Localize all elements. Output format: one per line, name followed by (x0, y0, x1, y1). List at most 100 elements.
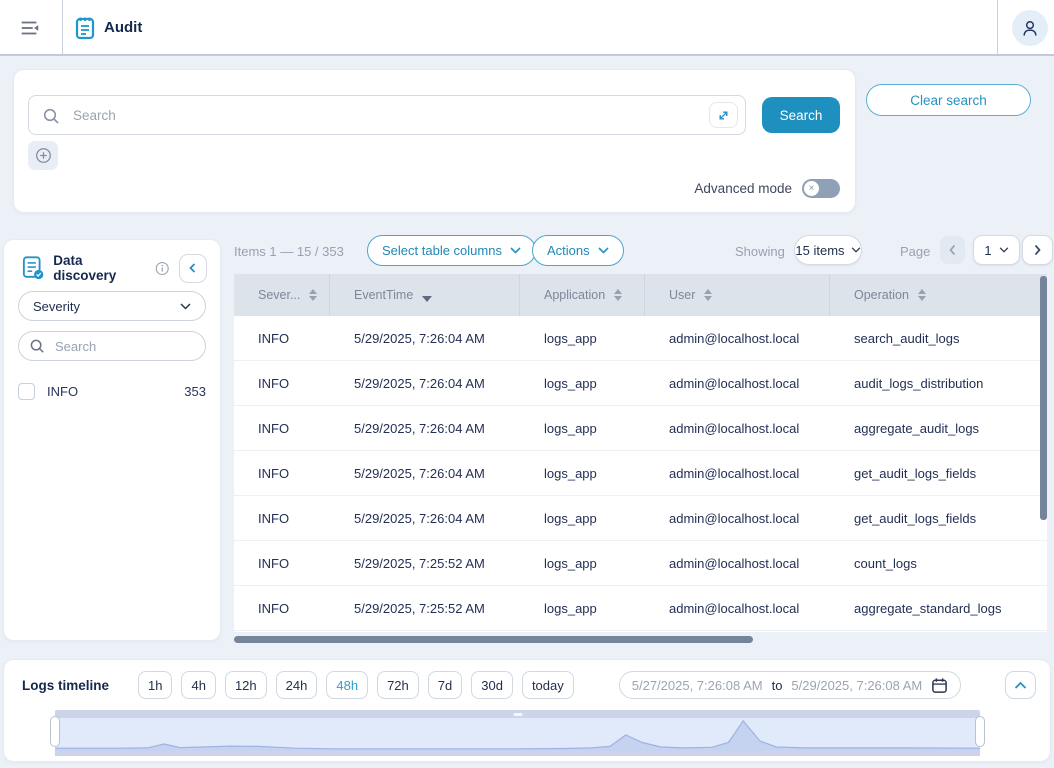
user-avatar[interactable] (1012, 10, 1048, 46)
chevron-down-icon (510, 247, 521, 254)
column-header-sever[interactable]: Sever... (234, 274, 330, 316)
facet-count: 353 (184, 384, 206, 399)
table-cell: admin@localhost.local (645, 496, 830, 540)
select-table-columns-label: Select table columns (382, 243, 502, 258)
table-cell: aggregate_standard_logs (830, 586, 1047, 630)
range-button-1h[interactable]: 1h (138, 671, 172, 699)
table-header-row: Sever... EventTimeApplication User Operatio… (234, 274, 1047, 316)
sidebar-toggle-button[interactable] (13, 13, 47, 43)
range-buttons: 1h 4h 12h 24h 48h 72h 7d 30d today (138, 671, 583, 699)
calendar-icon (931, 677, 948, 694)
brush-track-grip (513, 713, 522, 716)
search-button[interactable]: Search (762, 97, 840, 133)
range-button-48h[interactable]: 48h (326, 671, 368, 699)
table-row[interactable]: INFO5/29/2025, 7:25:52 AMlogs_appadmin@l… (234, 586, 1047, 631)
range-button-24h[interactable]: 24h (276, 671, 318, 699)
table-cell: logs_app (520, 496, 645, 540)
advanced-mode-row: Advanced mode × (694, 179, 840, 198)
range-button-today[interactable]: today (522, 671, 574, 699)
table-cell: admin@localhost.local (645, 316, 830, 360)
range-button-4h[interactable]: 4h (181, 671, 215, 699)
table-body: INFO5/29/2025, 7:26:04 AMlogs_appadmin@l… (234, 316, 1047, 631)
table-cell: logs_app (520, 406, 645, 450)
vertical-scrollbar[interactable] (1040, 276, 1047, 520)
data-discovery-title: Data discovery (53, 253, 146, 283)
table-row[interactable]: INFO5/29/2025, 7:26:04 AMlogs_appadmin@l… (234, 406, 1047, 451)
page-label: Page (900, 244, 930, 259)
table-cell: 5/29/2025, 7:26:04 AM (330, 406, 520, 450)
date-range-picker[interactable]: 5/27/2025, 7:26:08 AM to 5/29/2025, 7:26… (619, 671, 962, 699)
table-row[interactable]: INFO5/29/2025, 7:26:04 AMlogs_appadmin@l… (234, 451, 1047, 496)
facet-list: INFO353 (18, 374, 206, 408)
select-table-columns-button[interactable]: Select table columns (367, 235, 536, 266)
brush-selection[interactable] (55, 718, 980, 751)
user-icon (1020, 18, 1040, 38)
column-label: User (669, 288, 695, 302)
range-button-12h[interactable]: 12h (225, 671, 267, 699)
table-cell: 5/29/2025, 7:26:04 AM (330, 316, 520, 360)
brush-handle-left[interactable] (50, 716, 60, 747)
table-cell: logs_app (520, 586, 645, 630)
sort-icon[interactable] (614, 289, 622, 301)
table-row[interactable]: INFO5/29/2025, 7:26:04 AMlogs_appadmin@l… (234, 316, 1047, 361)
date-to-label: to (772, 678, 783, 693)
facet-search-input[interactable] (53, 338, 173, 355)
table-cell: admin@localhost.local (645, 586, 830, 630)
collapse-panel-button[interactable] (179, 254, 207, 283)
timeline-brush (55, 710, 980, 756)
column-header-application[interactable]: Application (520, 274, 645, 316)
search-field (28, 95, 746, 135)
column-label: Sever... (258, 288, 300, 302)
search-input[interactable] (71, 97, 691, 133)
page-number-value: 1 (984, 243, 991, 258)
sort-icon[interactable] (918, 289, 926, 301)
field-select[interactable]: Severity (18, 291, 206, 321)
table-row[interactable]: INFO5/29/2025, 7:25:52 AMlogs_appadmin@l… (234, 541, 1047, 586)
next-page-button[interactable] (1022, 235, 1053, 265)
range-button-7d[interactable]: 7d (428, 671, 462, 699)
table-cell: count_logs (830, 541, 1047, 585)
actions-button[interactable]: Actions (532, 235, 624, 266)
table-row[interactable]: INFO5/29/2025, 7:26:04 AMlogs_appadmin@l… (234, 496, 1047, 541)
table-row[interactable]: INFO5/29/2025, 7:26:04 AMlogs_appadmin@l… (234, 361, 1047, 406)
info-icon[interactable] (155, 261, 169, 276)
range-button-72h[interactable]: 72h (377, 671, 419, 699)
table-cell: logs_app (520, 541, 645, 585)
chevron-right-icon (1033, 244, 1042, 256)
facet-row[interactable]: INFO353 (18, 374, 206, 408)
table-cell: 5/29/2025, 7:26:04 AM (330, 496, 520, 540)
actions-label: Actions (547, 243, 590, 258)
clear-search-button[interactable]: Clear search (866, 84, 1031, 116)
add-filter-button[interactable] (28, 141, 58, 170)
sort-icon[interactable] (309, 289, 317, 301)
horizontal-scrollbar[interactable] (234, 636, 753, 643)
column-header-user[interactable]: User (645, 274, 830, 316)
expand-icon (716, 108, 731, 123)
column-header-operation[interactable]: Operation (830, 274, 1047, 316)
previous-page-button[interactable] (940, 236, 965, 264)
audit-clipboard-icon (74, 15, 96, 45)
page-number-select[interactable]: 1 (973, 235, 1020, 265)
range-button-30d[interactable]: 30d (471, 671, 513, 699)
logs-timeline-panel: Logs timeline 1h4h12h24h48h72h7d30dtoday… (4, 660, 1050, 761)
table-cell: admin@localhost.local (645, 361, 830, 405)
chevron-down-icon (180, 303, 191, 310)
column-header-eventtime[interactable]: EventTime (330, 274, 520, 316)
facet-checkbox[interactable] (18, 383, 35, 400)
collapse-timeline-button[interactable] (1005, 671, 1036, 699)
table-cell: logs_app (520, 316, 645, 360)
date-to-value: 5/29/2025, 7:26:08 AM (791, 678, 922, 693)
advanced-mode-toggle[interactable]: × (802, 179, 840, 198)
sort-icon[interactable] (704, 289, 712, 301)
brush-track-top[interactable] (55, 710, 980, 718)
table-cell: 5/29/2025, 7:25:52 AM (330, 541, 520, 585)
table-cell: INFO (234, 541, 330, 585)
data-discovery-panel: Data discovery Severity (4, 240, 220, 640)
brush-handle-right[interactable] (975, 716, 985, 747)
chevron-down-icon (598, 247, 609, 254)
sort-descending-icon[interactable] (422, 296, 432, 302)
chevron-down-icon (999, 247, 1009, 253)
table-cell: audit_logs_distribution (830, 361, 1047, 405)
expand-search-button[interactable] (709, 102, 738, 128)
page-size-select[interactable]: 15 items (794, 235, 862, 265)
